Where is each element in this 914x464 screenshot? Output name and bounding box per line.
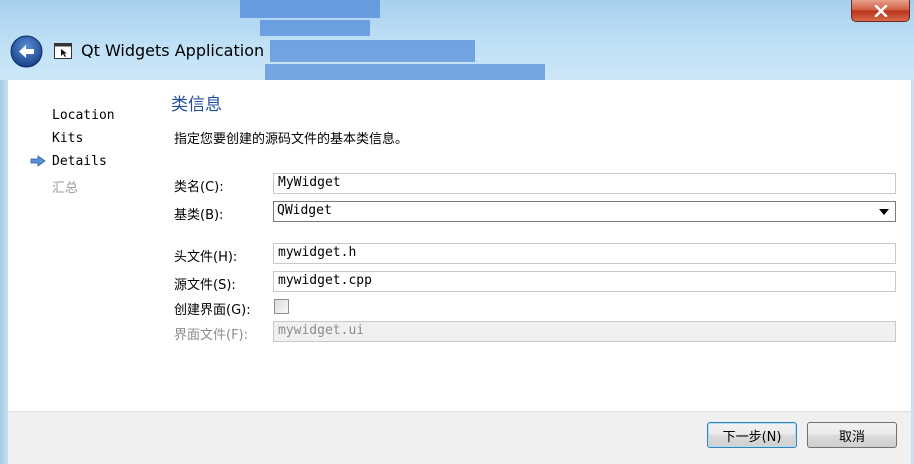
close-button[interactable] [851, 0, 910, 22]
page-title: 类信息 [171, 95, 222, 115]
create-form-label: 创建界面(G): [174, 303, 251, 318]
base-class-select[interactable]: QWidget [273, 201, 896, 222]
source-file-label: 源文件(S): [174, 278, 236, 293]
class-name-label: 类名(C): [174, 180, 224, 195]
source-file-input[interactable]: mywidget.cpp [273, 271, 896, 292]
next-button[interactable]: 下一步(N) [707, 422, 797, 448]
page-description: 指定您要创建的源码文件的基本类信息。 [174, 132, 409, 147]
base-class-value: QWidget [277, 203, 332, 218]
step-summary: 汇总 [52, 181, 79, 196]
header-file-label: 头文件(H): [174, 250, 238, 265]
back-arrow-icon [10, 35, 43, 68]
base-class-label: 基类(B): [174, 208, 224, 223]
window-frame-left [0, 80, 8, 464]
step-location: Location [52, 108, 115, 123]
current-step-arrow-icon [30, 155, 46, 167]
back-button[interactable] [10, 35, 43, 68]
title-bar [0, 0, 914, 80]
cancel-button[interactable]: 取消 [807, 422, 897, 448]
close-icon [874, 4, 887, 17]
window-title: Qt Widgets Application [81, 41, 265, 60]
form-file-label: 界面文件(F): [174, 328, 249, 343]
create-form-checkbox[interactable] [274, 299, 289, 314]
form-file-input: mywidget.ui [273, 321, 896, 342]
class-name-input[interactable]: MyWidget [273, 173, 896, 194]
header-file-input[interactable]: mywidget.h [273, 243, 896, 264]
app-icon [54, 43, 72, 59]
step-kits: Kits [52, 131, 84, 146]
step-details: Details [52, 154, 107, 169]
chevron-down-icon [879, 209, 889, 215]
